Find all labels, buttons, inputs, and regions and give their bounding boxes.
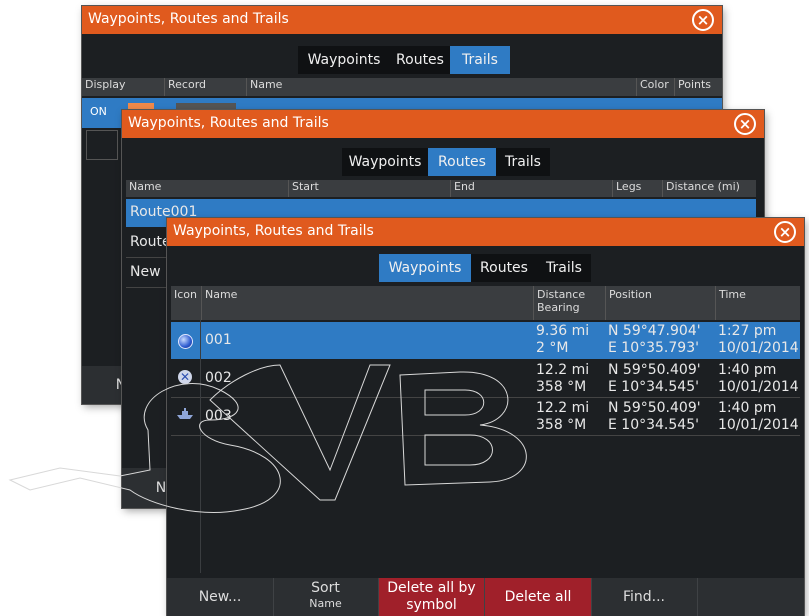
delete-all-button[interactable]: Delete all [485, 578, 592, 616]
find-button[interactable]: Find... [591, 578, 698, 616]
close-icon[interactable]: × [692, 9, 714, 31]
waypoint-bearing: 358 °M [536, 379, 587, 395]
col-divider [200, 320, 201, 573]
col-start[interactable]: Start [288, 180, 452, 197]
route-new-label: New [130, 264, 161, 280]
tab-routes[interactable]: Routes [390, 46, 450, 74]
col-color[interactable]: Color [636, 78, 676, 96]
trails-row-empty[interactable] [86, 130, 118, 160]
delete-by-symbol-label-2: symbol [406, 597, 457, 613]
waypoint-name: 003 [205, 408, 232, 424]
tab-routes[interactable]: Routes [471, 254, 537, 282]
delete-all-label: Delete all [504, 589, 572, 605]
sort-button-sublabel: Name [309, 597, 342, 610]
routes-tabbar: Waypoints Routes Trails [342, 148, 550, 176]
close-icon[interactable]: × [774, 221, 796, 243]
col-distance-bearing[interactable]: Distance Bearing [533, 286, 607, 320]
waypoint-name: 001 [205, 332, 232, 348]
waypoint-row[interactable]: 001 9.36 mi 2 °M N 59°47.904' E 10°35.79… [171, 322, 800, 359]
waypoint-lat: N 59°47.904' [608, 323, 701, 339]
waypoint-bearing: 2 °M [536, 340, 569, 356]
col-display[interactable]: Display [82, 78, 165, 96]
tab-waypoints[interactable]: Waypoints [342, 148, 428, 176]
waypoint-lon: E 10°35.793' [608, 340, 699, 356]
routes-footer-label: N [155, 480, 167, 496]
delete-by-symbol-label-1: Delete all by [387, 580, 476, 596]
waypoints-titlebar: Waypoints, Routes and Trails × [167, 218, 804, 246]
routes-window-title: Waypoints, Routes and Trails [128, 115, 329, 131]
col-record[interactable]: Record [164, 78, 248, 96]
col-time[interactable]: Time [715, 286, 804, 320]
delete-all-by-symbol-button[interactable]: Delete all by symbol [379, 578, 485, 616]
new-button-label: New... [198, 589, 242, 605]
new-button[interactable]: New... [167, 578, 274, 616]
waypoint-lon: E 10°34.545' [608, 379, 699, 395]
boat-icon [176, 407, 194, 425]
tab-trails[interactable]: Trails [450, 46, 510, 74]
trails-titlebar: Waypoints, Routes and Trails × [82, 6, 722, 34]
col-name[interactable]: Name [201, 286, 535, 320]
waypoint-date: 10/01/2014 [718, 417, 799, 433]
close-icon[interactable]: × [734, 113, 756, 135]
tab-trails[interactable]: Trails [496, 148, 550, 176]
waypoint-distance: 12.2 mi [536, 400, 590, 416]
waypoint-row[interactable]: ✕ 002 12.2 mi 358 °M N 59°50.409' E 10°3… [171, 361, 800, 398]
col-end[interactable]: End [450, 180, 614, 197]
waypoints-tabbar: Waypoints Routes Trails [379, 254, 591, 282]
x-mark-icon: ✕ [178, 370, 192, 384]
waypoint-time: 1:40 pm [718, 400, 777, 416]
waypoints-window: Waypoints, Routes and Trails × Waypoints… [167, 218, 804, 616]
waypoint-distance: 9.36 mi [536, 323, 590, 339]
col-points[interactable]: Points [674, 78, 722, 96]
waypoint-lon: E 10°34.545' [608, 417, 699, 433]
col-position[interactable]: Position [605, 286, 717, 320]
waypoint-lat: N 59°50.409' [608, 400, 701, 416]
col-bearing-label: Bearing [537, 301, 580, 314]
waypoint-lat: N 59°50.409' [608, 362, 701, 378]
display-toggle[interactable]: ON [90, 105, 107, 118]
waypoints-footer: New... Sort Name Delete all by symbol De… [167, 578, 804, 616]
tab-waypoints[interactable]: Waypoints [379, 254, 471, 282]
tab-routes[interactable]: Routes [428, 148, 496, 176]
blue-dot-icon [178, 334, 193, 349]
empty-footer-slot [697, 578, 804, 616]
col-legs[interactable]: Legs [612, 180, 662, 197]
waypoint-bearing: 358 °M [536, 417, 587, 433]
waypoint-date: 10/01/2014 [718, 340, 799, 356]
sort-button-label: Sort [311, 580, 340, 596]
col-icon[interactable]: Icon [171, 286, 202, 320]
routes-header: Name Start End Legs Distance (mi) [126, 180, 756, 197]
waypoint-row[interactable]: 003 12.2 mi 358 °M N 59°50.409' E 10°34.… [171, 399, 800, 436]
tab-trails[interactable]: Trails [537, 254, 591, 282]
col-name[interactable]: Name [126, 180, 289, 197]
waypoints-header: Icon Name Distance Bearing Position Time [171, 286, 800, 320]
routes-titlebar: Waypoints, Routes and Trails × [122, 110, 764, 138]
find-button-label: Find... [622, 589, 666, 605]
waypoint-time: 1:27 pm [718, 323, 777, 339]
sort-button[interactable]: Sort Name [273, 578, 379, 616]
col-name[interactable]: Name [246, 78, 630, 96]
waypoint-time: 1:40 pm [718, 362, 777, 378]
trails-header: Display Record Name Color Points [82, 78, 722, 96]
waypoint-name: 002 [205, 370, 232, 386]
col-distance-label: Distance [537, 288, 586, 301]
waypoint-date: 10/01/2014 [718, 379, 799, 395]
tab-waypoints[interactable]: Waypoints [298, 46, 390, 74]
waypoints-window-title: Waypoints, Routes and Trails [173, 223, 374, 239]
trails-tabbar: Waypoints Routes Trails [298, 46, 510, 74]
trails-window-title: Waypoints, Routes and Trails [88, 11, 289, 27]
waypoint-distance: 12.2 mi [536, 362, 590, 378]
col-distance[interactable]: Distance (mi) [662, 180, 760, 197]
